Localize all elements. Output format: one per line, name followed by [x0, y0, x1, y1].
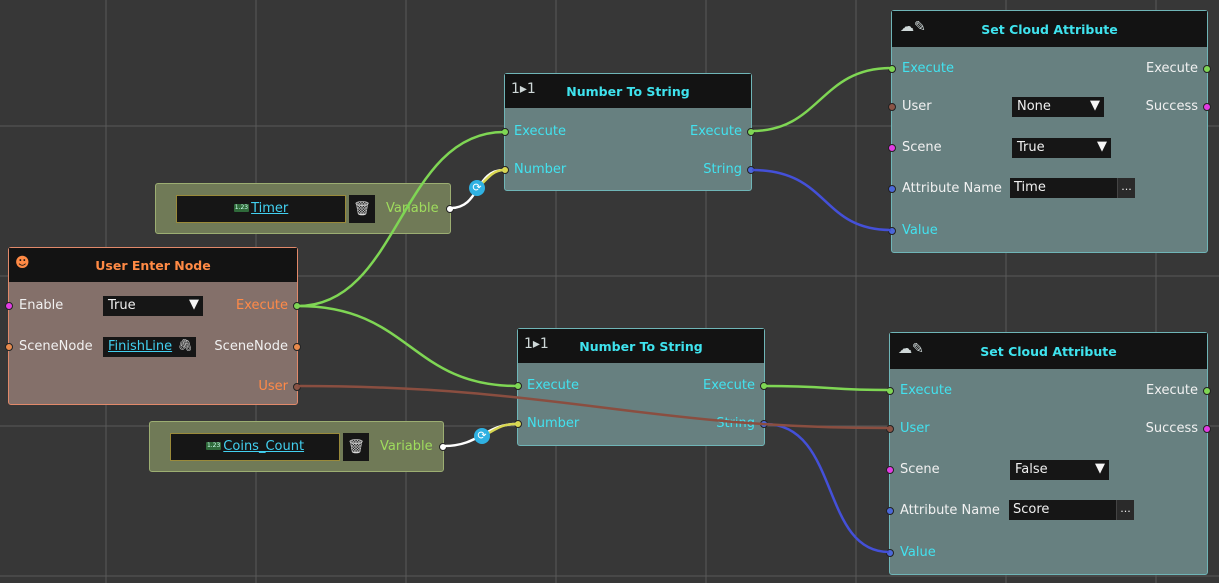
- convert-icon[interactable]: ⟳: [469, 180, 485, 196]
- wire-nts1-string-to-sca1-value[interactable]: [751, 168, 892, 232]
- wire-user-enter-user-to-sca2[interactable]: [297, 384, 890, 430]
- wire-nts2-string-to-sca2-value[interactable]: [764, 422, 890, 554]
- wire-user-enter-execute-to-nts2[interactable]: [297, 304, 518, 388]
- connection-wires: [297, 66, 892, 554]
- convert-icon[interactable]: ⟳: [474, 428, 490, 444]
- wire-user-enter-execute-to-nts1[interactable]: [297, 130, 505, 308]
- wire-nts1-execute-to-sca1[interactable]: [751, 66, 892, 133]
- wire-nts2-execute-to-sca2[interactable]: [764, 384, 890, 392]
